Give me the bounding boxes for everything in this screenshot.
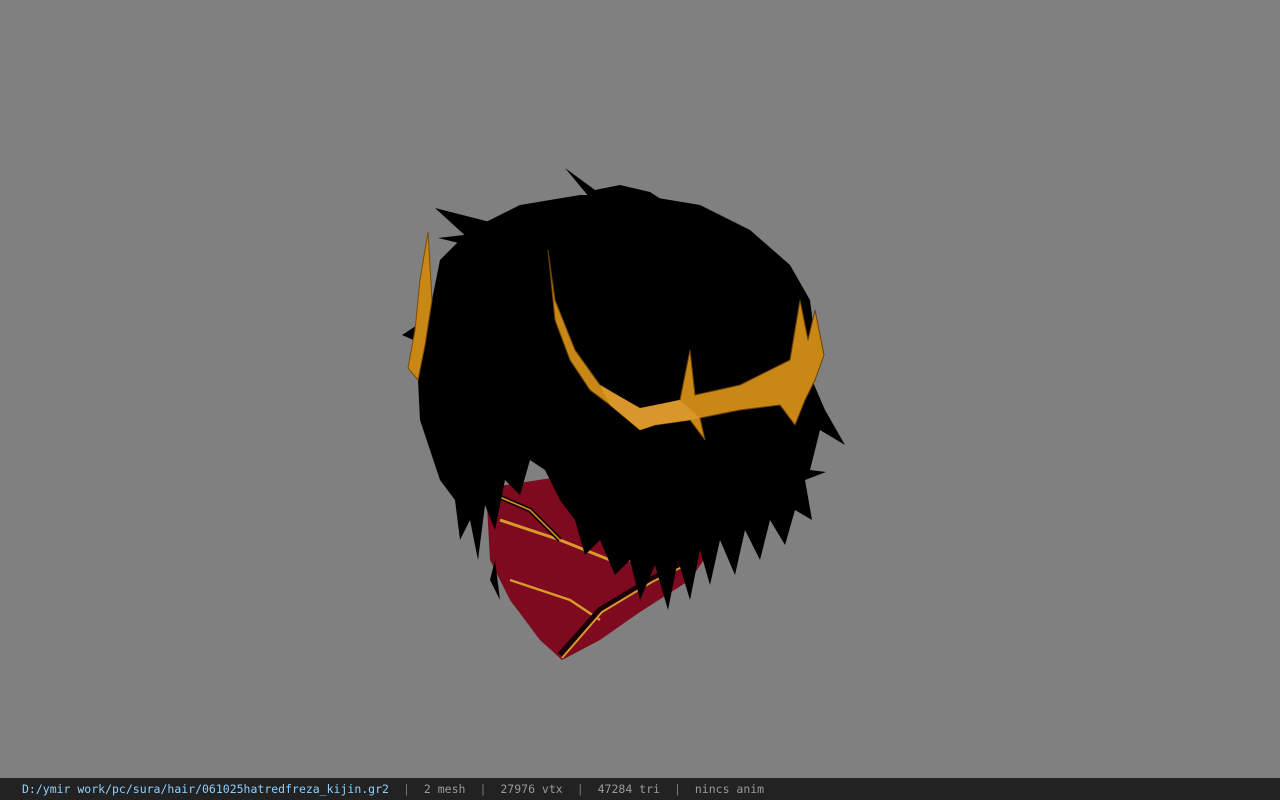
triangle-count: 47284 tri — [597, 782, 660, 796]
model-file-path: D:/ymir work/pc/sura/hair/061025hatredfr… — [22, 782, 389, 796]
3d-viewport[interactable] — [0, 0, 1280, 778]
hair-model-render[interactable] — [0, 0, 1280, 778]
status-separator: | — [673, 782, 681, 796]
status-separator: | — [576, 782, 584, 796]
mesh-count: 2 mesh — [423, 782, 466, 796]
vertex-count: 27976 vtx — [500, 782, 563, 796]
status-separator: | — [402, 782, 410, 796]
status-bar: D:/ymir work/pc/sura/hair/061025hatredfr… — [0, 778, 1280, 800]
animation-status: nincs anim — [694, 782, 765, 796]
status-separator: | — [479, 782, 487, 796]
